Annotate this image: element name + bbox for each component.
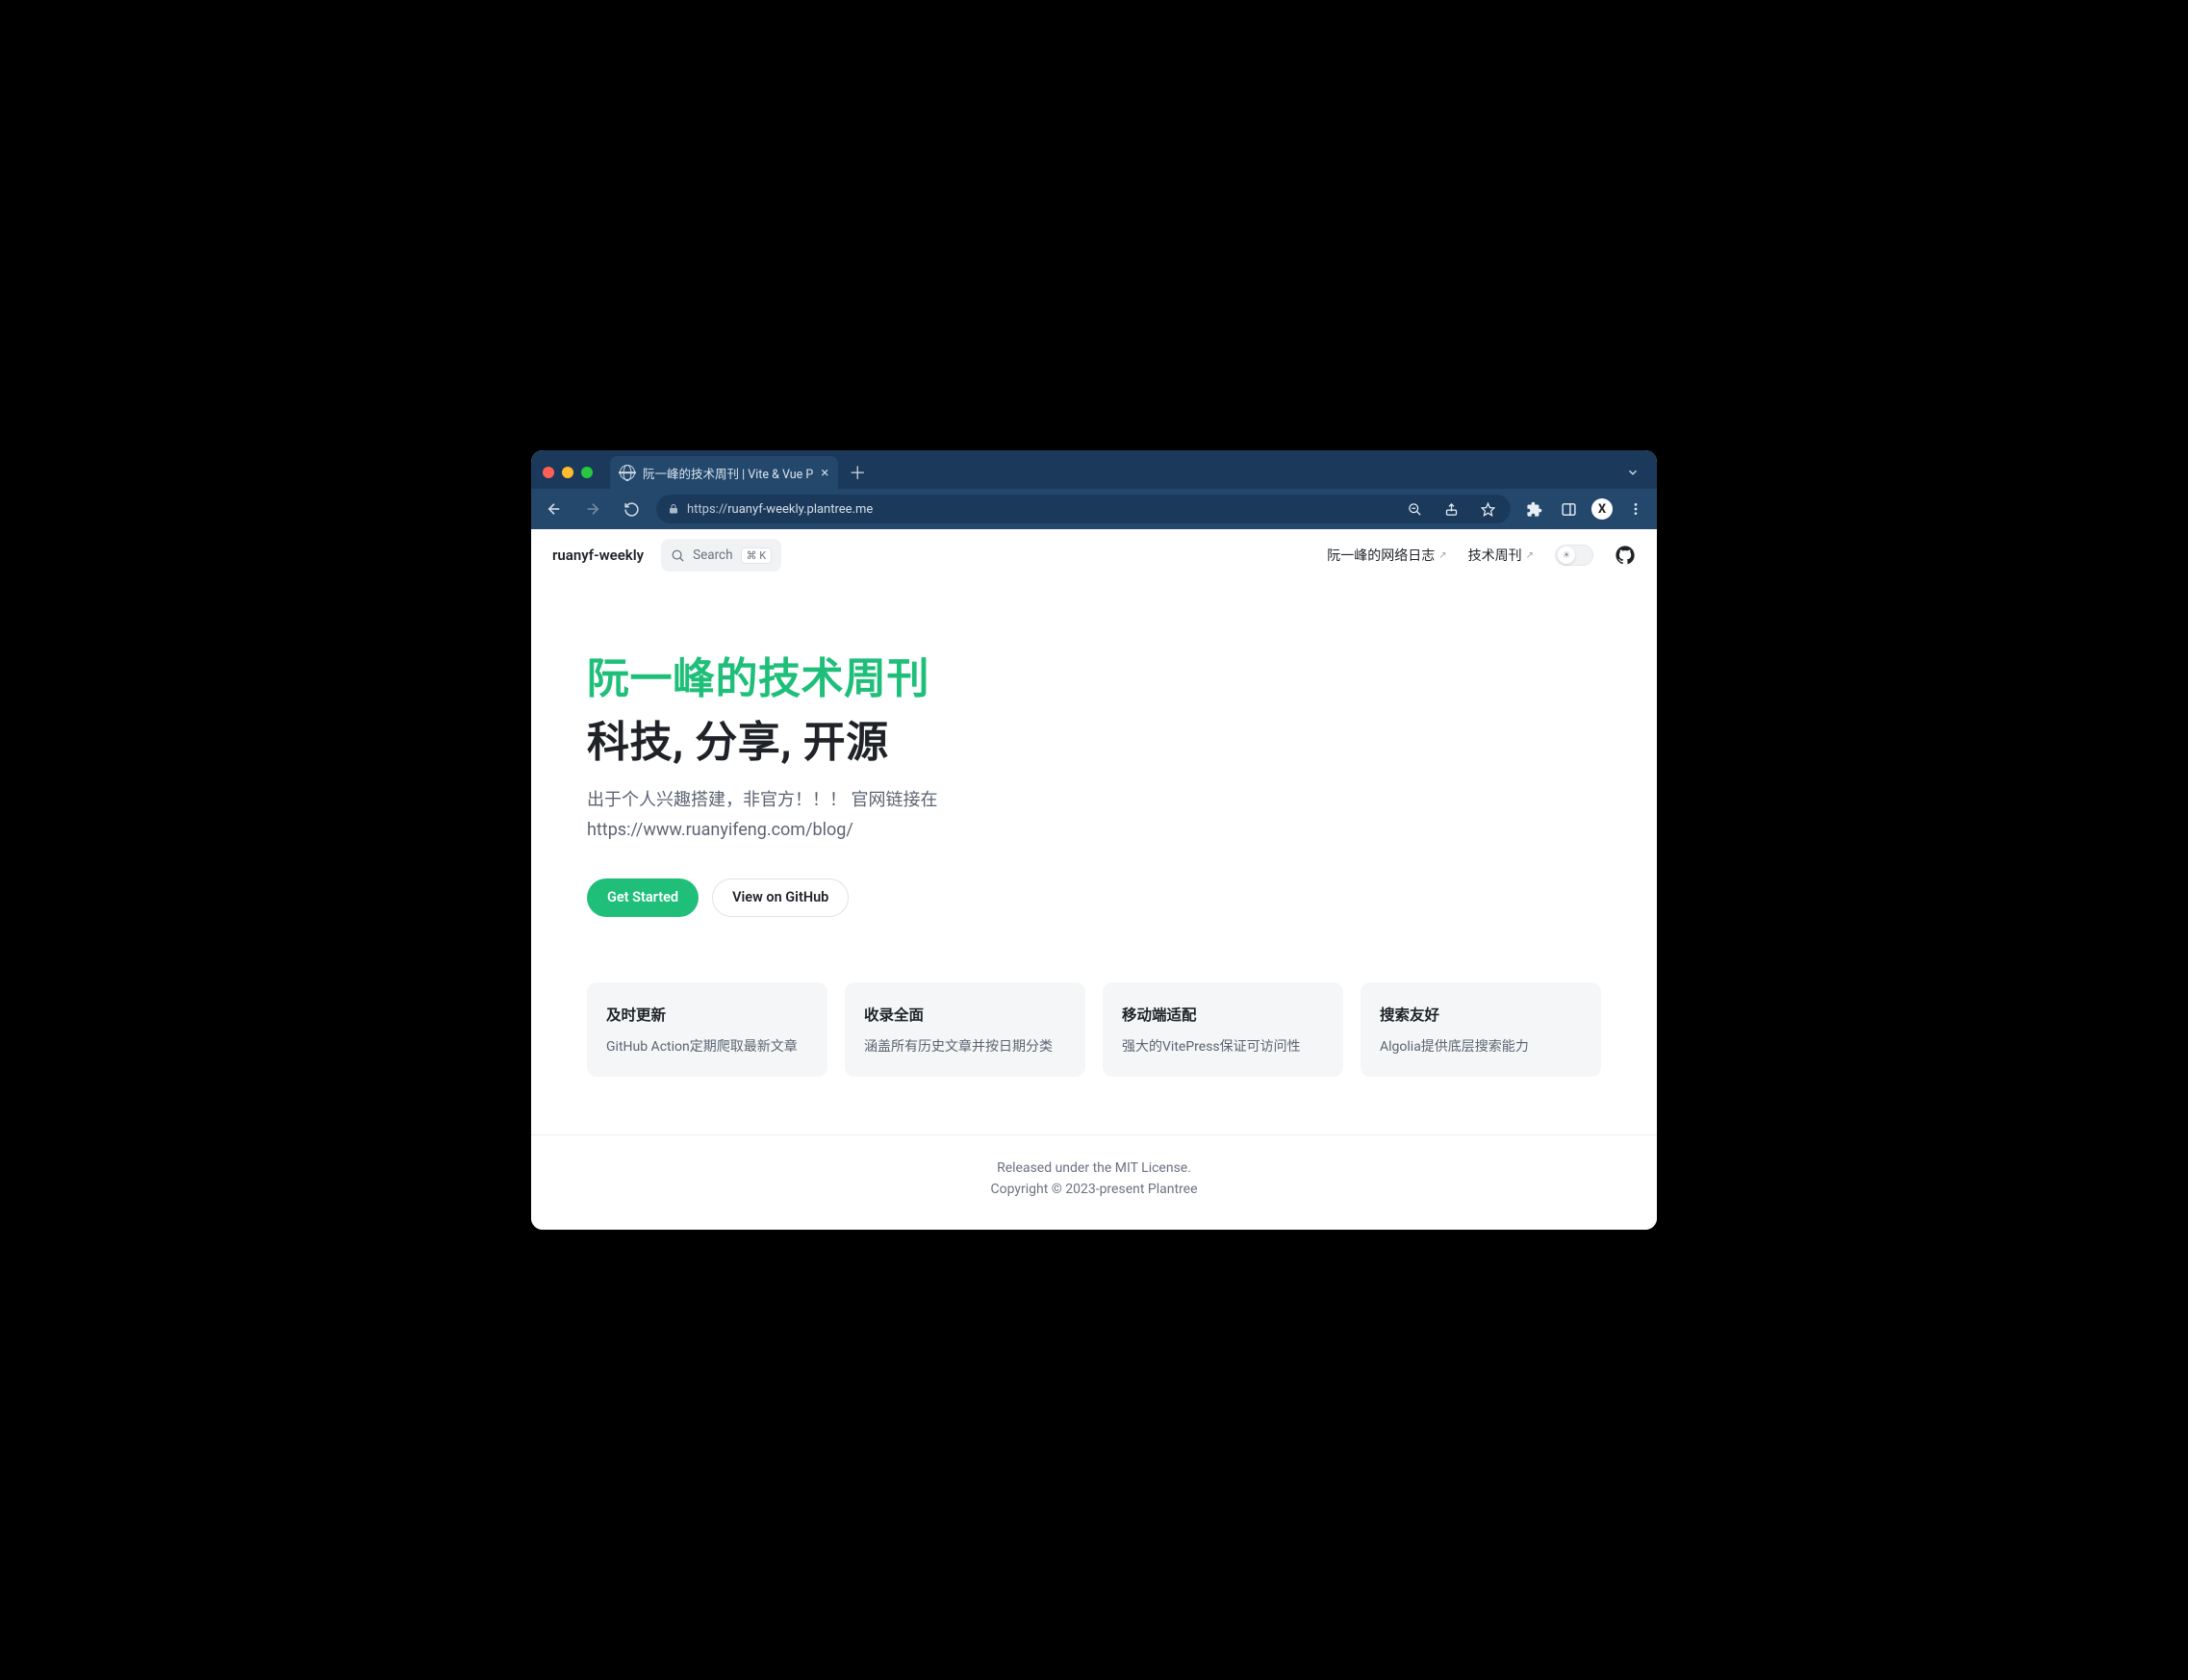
browser-menu-button[interactable] <box>1624 497 1647 521</box>
feature-title: 搜索友好 <box>1380 1004 1582 1025</box>
site-footer: Released under the MIT License. Copyrigh… <box>531 1134 1657 1230</box>
feature-desc: 涵盖所有历史文章并按日期分类 <box>864 1036 1066 1056</box>
tab-strip: 阮一峰的技术周刊 | Vite & Vue P × ＋ <box>531 450 1657 489</box>
feature-card: 移动端适配 强大的VitePress保证可访问性 <box>1103 982 1343 1077</box>
feature-desc: GitHub Action定期爬取最新文章 <box>606 1036 808 1056</box>
lock-icon <box>668 503 679 515</box>
share-icon[interactable] <box>1439 497 1463 521</box>
profile-avatar[interactable]: X <box>1591 498 1613 520</box>
page-content: ruanyf-weekly Search ⌘ K 阮一峰的网络日志 ↗ 技术周刊… <box>531 529 1657 1229</box>
search-icon <box>671 548 685 563</box>
browser-window: 阮一峰的技术周刊 | Vite & Vue P × ＋ <box>531 450 1657 1229</box>
zoom-icon[interactable] <box>1403 497 1426 521</box>
back-button[interactable] <box>541 496 568 522</box>
hero: 阮一峰的技术周刊 科技, 分享, 开源 出于个人兴趣搭建，非官方！！！ 官网链接… <box>531 582 1657 955</box>
hero-title: 科技, 分享, 开源 <box>587 707 1601 769</box>
site-header: ruanyf-weekly Search ⌘ K 阮一峰的网络日志 ↗ 技术周刊… <box>531 529 1657 582</box>
window-controls <box>543 467 593 478</box>
hero-title-accent: 阮一峰的技术周刊 <box>587 644 1601 705</box>
address-bar[interactable]: https://ruanyf-weekly.plantree.me <box>656 495 1511 523</box>
github-icon <box>1616 546 1635 565</box>
footer-license: Released under the MIT License. <box>531 1160 1657 1176</box>
feature-grid: 及时更新 GitHub Action定期爬取最新文章 收录全面 涵盖所有历史文章… <box>531 955 1657 1134</box>
feature-title: 移动端适配 <box>1122 1004 1324 1025</box>
site-brand[interactable]: ruanyf-weekly <box>552 547 644 564</box>
maximize-window-button[interactable] <box>581 467 593 478</box>
search-shortcut: ⌘ K <box>741 547 773 564</box>
forward-button[interactable] <box>579 496 606 522</box>
url-text: https://ruanyf-weekly.plantree.me <box>687 502 873 517</box>
nav-link-blog[interactable]: 阮一峰的网络日志 ↗ <box>1327 546 1446 565</box>
feature-desc: 强大的VitePress保证可访问性 <box>1122 1036 1324 1056</box>
nav-link-label: 技术周刊 <box>1468 546 1522 565</box>
footer-copyright: Copyright © 2023-present Plantree <box>531 1182 1657 1197</box>
tabs-dropdown-button[interactable] <box>1626 466 1640 479</box>
nav-link-weekly[interactable]: 技术周刊 ↗ <box>1468 546 1534 565</box>
hero-desc-link: https://www.ruanyifeng.com/blog/ <box>587 816 1601 846</box>
bookmark-star-icon[interactable] <box>1476 497 1499 521</box>
sidepanel-icon[interactable] <box>1557 497 1580 521</box>
url-host: ruanyf-weekly.plantree.me <box>727 502 873 517</box>
feature-desc: Algolia提供底层搜索能力 <box>1380 1036 1582 1056</box>
browser-chrome: 阮一峰的技术周刊 | Vite & Vue P × ＋ <box>531 450 1657 529</box>
feature-title: 收录全面 <box>864 1004 1066 1025</box>
new-tab-button[interactable]: ＋ <box>844 459 871 486</box>
browser-tab[interactable]: 阮一峰的技术周刊 | Vite & Vue P × <box>610 456 838 489</box>
external-icon: ↗ <box>1438 550 1446 561</box>
feature-card: 及时更新 GitHub Action定期爬取最新文章 <box>587 982 827 1077</box>
feature-card: 搜索友好 Algolia提供底层搜索能力 <box>1361 982 1601 1077</box>
get-started-button[interactable]: Get Started <box>587 878 699 917</box>
external-icon: ↗ <box>1526 550 1534 561</box>
extensions-icon[interactable] <box>1522 497 1545 521</box>
search-placeholder: Search <box>693 547 732 563</box>
search-button[interactable]: Search ⌘ K <box>661 539 781 572</box>
close-tab-button[interactable]: × <box>821 466 828 480</box>
theme-toggle[interactable] <box>1555 545 1593 566</box>
github-link[interactable] <box>1615 545 1636 566</box>
nav-links: 阮一峰的网络日志 ↗ 技术周刊 ↗ <box>1327 545 1636 566</box>
hero-desc-line: 出于个人兴趣搭建，非官方！！！ 官网链接在 <box>587 786 1601 816</box>
browser-toolbar: https://ruanyf-weekly.plantree.me <box>531 489 1657 529</box>
feature-title: 及时更新 <box>606 1004 808 1025</box>
nav-link-label: 阮一峰的网络日志 <box>1327 546 1435 565</box>
view-github-button[interactable]: View on GitHub <box>712 878 849 917</box>
url-scheme: https:// <box>687 502 727 517</box>
globe-icon <box>620 465 635 480</box>
minimize-window-button[interactable] <box>562 467 573 478</box>
avatar-letter: X <box>1598 502 1606 517</box>
tab-title: 阮一峰的技术周刊 | Vite & Vue P <box>643 464 813 482</box>
feature-card: 收录全面 涵盖所有历史文章并按日期分类 <box>845 982 1085 1077</box>
reload-button[interactable] <box>618 496 645 522</box>
close-window-button[interactable] <box>543 467 554 478</box>
hero-description: 出于个人兴趣搭建，非官方！！！ 官网链接在 https://www.ruanyi… <box>587 786 1601 845</box>
hero-actions: Get Started View on GitHub <box>587 878 1601 917</box>
